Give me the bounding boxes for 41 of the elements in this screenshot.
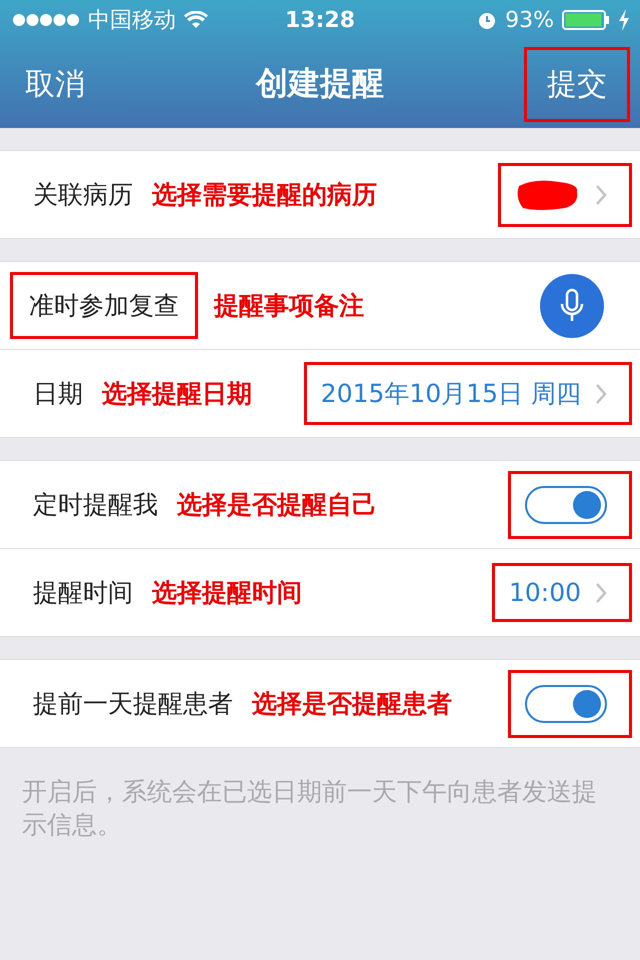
chevron-icon [595,184,607,206]
row-label: 定时提醒我 [32,489,159,521]
row-label: 准时参加复查 [10,272,198,339]
value-selector[interactable]: 10:00 [492,563,632,622]
page-title: 创建提醒 [256,63,384,104]
signal-icon [12,13,80,27]
annotation-note: 选择是否提醒患者 [252,688,453,720]
wifi-icon [184,11,208,29]
form-row[interactable]: 提前一天提醒患者 选择是否提醒患者 [0,660,640,747]
form-row[interactable]: 日期 选择提醒日期 2015年10月15日 周四 [0,350,640,437]
form-row[interactable]: 准时参加复查 提醒事项备注 [0,262,640,350]
battery-percent: 93% [505,8,554,32]
annotation-note: 选择是否提醒自己 [177,489,378,521]
toggle-switch[interactable] [525,486,607,524]
row-label: 日期 [32,378,84,410]
battery-icon [562,10,610,30]
toggle-switch[interactable] [525,684,607,722]
annotation-note: 选择提醒日期 [102,378,253,410]
annotation-note: 选择需要提醒的病历 [152,179,378,211]
row-label: 提前一天提醒患者 [32,688,234,720]
carrier-name: 中国移动 [88,7,176,35]
cancel-button[interactable]: 取消 [22,46,108,122]
charging-icon [618,9,630,31]
row-label: 关联病历 [32,179,134,211]
annotation-note: 选择提醒时间 [152,577,303,609]
submit-button[interactable]: 提交 [524,46,630,122]
chevron-icon [595,582,607,604]
value-selector[interactable] [498,162,632,226]
form-row[interactable]: 关联病历 选择需要提醒的病历 [0,151,640,238]
value-selector[interactable]: 2015年10月15日 周四 [304,362,632,425]
selected-value: 10:00 [508,578,581,607]
chevron-icon [595,382,607,404]
footer-hint: 开启后，系统会在已选日期前一天下午向患者发送提示信息。 [22,776,598,840]
clock-time: 13:28 [284,8,356,32]
selected-value: 2015年10月15日 周四 [320,378,581,410]
annotation-note: 提醒事项备注 [214,290,365,322]
form-row[interactable]: 提醒时间 选择提醒时间 10:00 [0,549,640,636]
form-row[interactable]: 定时提醒我 选择是否提醒自己 [0,461,640,549]
row-label: 提醒时间 [32,577,134,609]
alarm-icon [477,10,498,30]
microphone-icon [559,288,585,324]
